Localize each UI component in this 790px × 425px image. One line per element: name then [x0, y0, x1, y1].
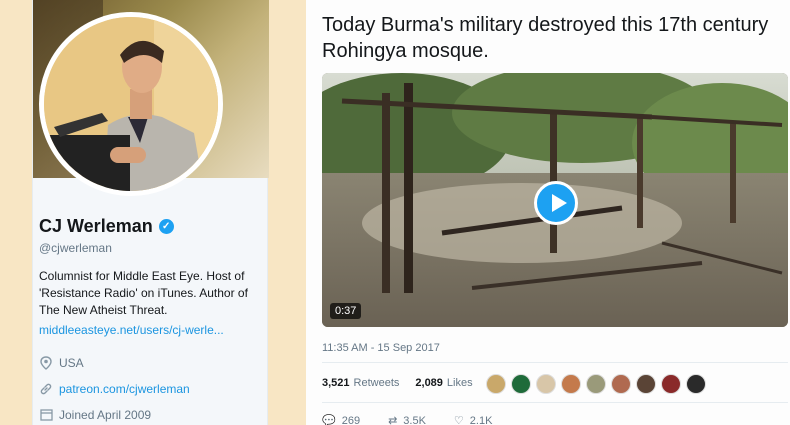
reply-button[interactable]: 💬 269	[322, 414, 360, 425]
like-action-count: 2.1K	[469, 414, 493, 425]
heart-icon: ♡	[453, 415, 464, 425]
profile-joined: Joined April 2009	[39, 408, 151, 422]
profile-bio: Columnist for Middle East Eye. Host of '…	[39, 269, 248, 317]
like-count[interactable]: 2,089	[415, 377, 443, 389]
location-text: USA	[59, 356, 84, 370]
tweet-stats: 3,521 Retweets 2,089 Likes	[322, 377, 473, 389]
liker-avatar[interactable]	[486, 374, 506, 394]
profile-name[interactable]: CJ Werleman	[39, 216, 153, 237]
tweet-text: Today Burma's military destroyed this 17…	[322, 14, 769, 62]
profile-card: CJ Werleman ✓ @cjwerleman Columnist for …	[32, 0, 269, 425]
retweet-button[interactable]: ⇄ 3.5K	[388, 414, 426, 425]
liker-avatar[interactable]	[686, 374, 706, 394]
retweets-label[interactable]: Retweets	[354, 377, 400, 389]
liker-avatar[interactable]	[561, 374, 581, 394]
likes-label[interactable]: Likes	[447, 377, 473, 389]
profile-location: USA	[39, 356, 84, 370]
retweet-icon: ⇄	[388, 415, 398, 425]
liker-avatar[interactable]	[586, 374, 606, 394]
liker-avatar[interactable]	[636, 374, 656, 394]
liker-avatar[interactable]	[511, 374, 531, 394]
tweet-panel: Today Burma's military destroyed this 17…	[306, 0, 790, 425]
liker-avatar[interactable]	[661, 374, 681, 394]
location-pin-icon	[39, 356, 53, 370]
divider	[322, 402, 788, 403]
liker-avatar[interactable]	[536, 374, 556, 394]
play-icon[interactable]	[534, 181, 578, 225]
link-icon	[39, 382, 53, 396]
calendar-icon	[39, 408, 53, 422]
profile-website[interactable]: patreon.com/cjwerleman	[39, 382, 190, 396]
retweet-action-count: 3.5K	[403, 414, 426, 425]
divider	[322, 362, 788, 363]
reply-icon: 💬	[322, 415, 336, 425]
liker-avatars	[486, 374, 706, 394]
liker-avatar[interactable]	[611, 374, 631, 394]
tweet-actions: 💬 269 ⇄ 3.5K ♡ 2.1K	[322, 414, 492, 425]
retweet-count[interactable]: 3,521	[322, 377, 350, 389]
reply-count: 269	[341, 414, 361, 425]
joined-text: Joined April 2009	[59, 408, 152, 422]
tweet-video[interactable]: 0:37	[322, 73, 788, 327]
avatar[interactable]	[39, 12, 223, 196]
verified-check-icon: ✓	[158, 219, 174, 234]
like-button[interactable]: ♡ 2.1K	[454, 414, 493, 425]
video-duration: 0:37	[330, 303, 362, 319]
tweet-timestamp[interactable]: 11:35 AM - 15 Sep 2017	[322, 342, 440, 354]
profile-handle[interactable]: @cjwerleman	[39, 241, 112, 255]
profile-link[interactable]: middleeasteye.net/users/cj-werle...	[39, 323, 224, 337]
website-link[interactable]: patreon.com/cjwerleman	[59, 382, 190, 396]
